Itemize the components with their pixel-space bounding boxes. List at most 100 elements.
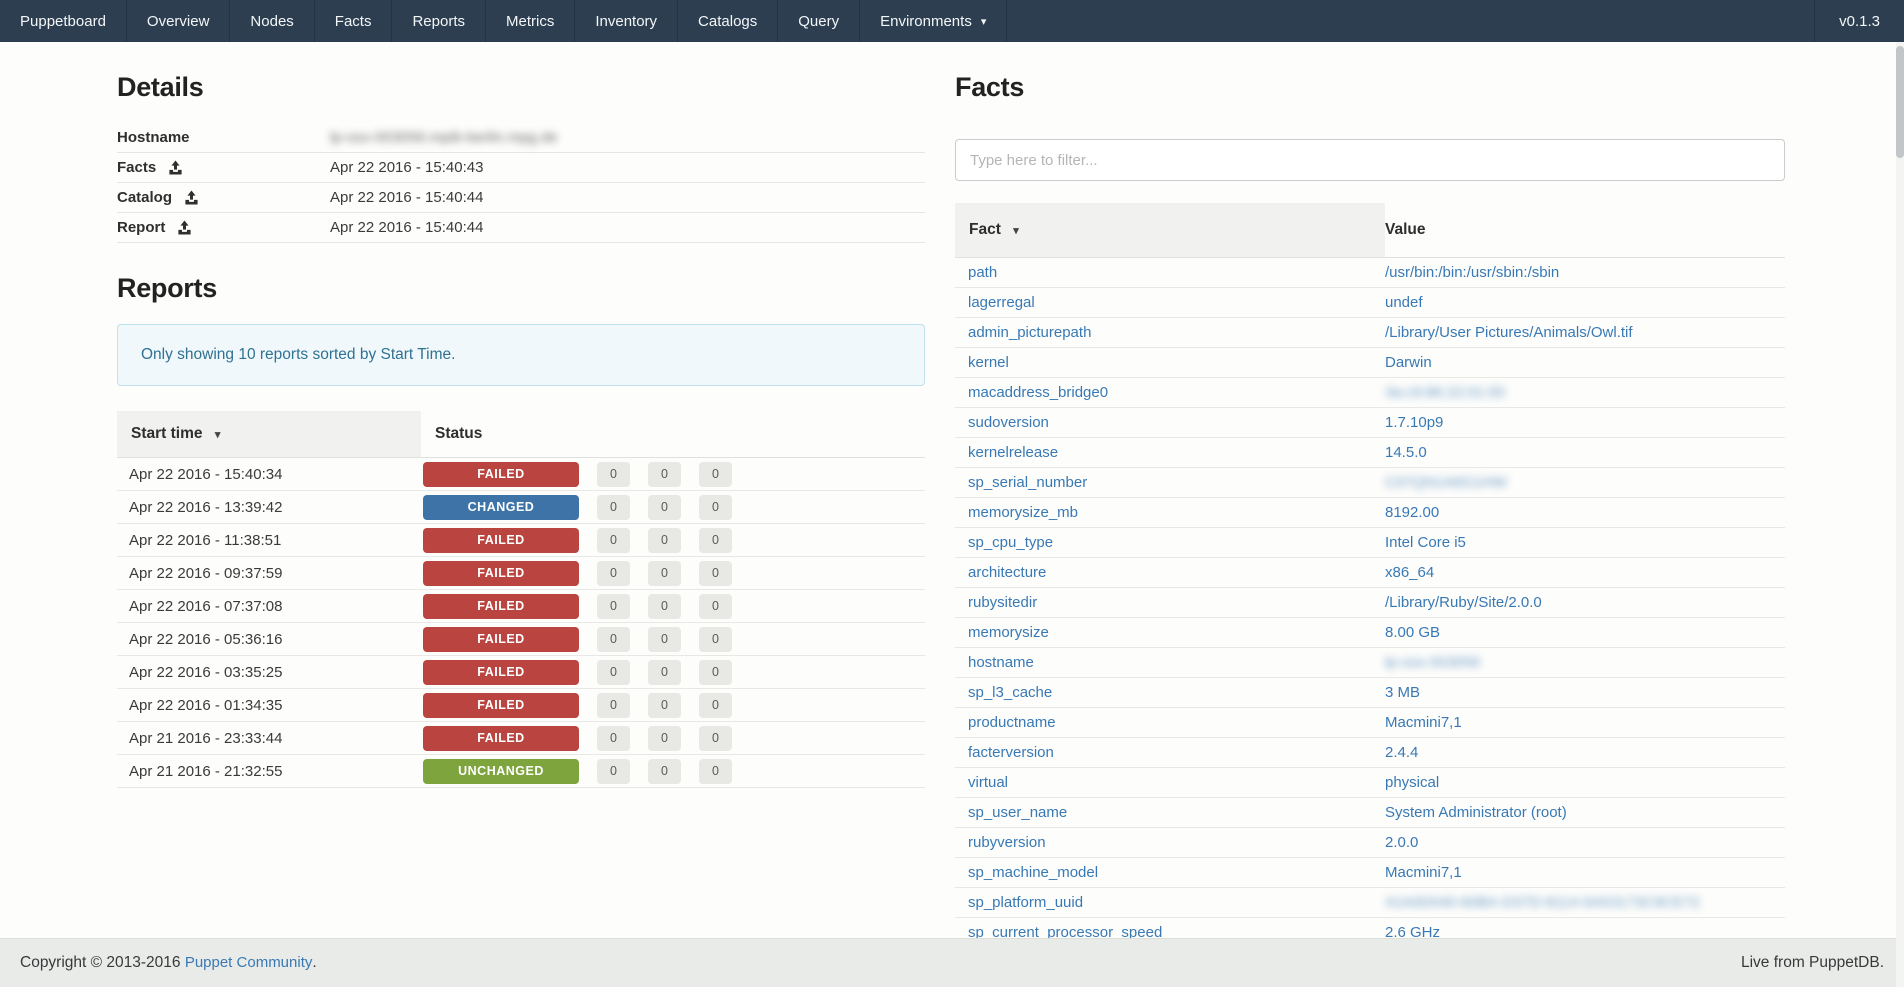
reports-title: Reports <box>117 273 925 304</box>
fact-value-link[interactable]: C07QN1A6G1HW <box>1385 474 1507 491</box>
fact-name-link[interactable]: admin_picturepath <box>968 324 1091 341</box>
upload-icon[interactable] <box>184 190 199 205</box>
report-table-row: Apr 21 2016 - 21:32:55 UNCHANGED 0 0 0 <box>117 755 925 788</box>
fact-name-link[interactable]: kernelrelease <box>968 444 1058 461</box>
fact-name-link[interactable]: facterversion <box>968 744 1054 761</box>
nav-item-nodes[interactable]: Nodes <box>230 0 314 42</box>
fact-name-link[interactable]: path <box>968 264 997 281</box>
report-count: 0 <box>597 528 630 553</box>
report-table-row: Apr 22 2016 - 05:36:16 FAILED 0 0 0 <box>117 623 925 656</box>
details-row-hostname: Hostname lp-osx-003056.mpib-berlin.mpg.d… <box>117 123 925 153</box>
fact-table-row: sp_platform_uuid 41A0D040-60BA-D37D-8114… <box>955 888 1785 918</box>
column-header-start-time[interactable]: Start time ▾ <box>117 411 421 457</box>
fact-value-link[interactable]: 2.0.0 <box>1385 834 1418 851</box>
sort-desc-icon: ▾ <box>1013 225 1019 237</box>
upload-icon[interactable] <box>168 160 183 175</box>
fact-value-link[interactable]: 1.7.10p9 <box>1385 414 1443 431</box>
chevron-down-icon: ▾ <box>981 15 987 28</box>
nav-item-reports[interactable]: Reports <box>392 0 486 42</box>
report-status-badge[interactable]: FAILED <box>423 726 579 751</box>
fact-name-link[interactable]: sp_machine_model <box>968 864 1098 881</box>
fact-value-link[interactable]: physical <box>1385 774 1439 791</box>
nav-brand[interactable]: Puppetboard <box>0 0 127 42</box>
fact-value-link[interactable]: 41A0D040-60BA-D37D-8114-0A53173C9CE72 <box>1385 894 1700 911</box>
details-row-facts: Facts Apr 22 2016 - 15:40:43 <box>117 153 925 183</box>
report-count: 0 <box>648 495 681 520</box>
live-from-puppetdb-text: Live from PuppetDB. <box>1741 954 1884 972</box>
fact-value-link[interactable]: /Library/Ruby/Site/2.0.0 <box>1385 594 1542 611</box>
fact-value-link[interactable]: 14.5.0 <box>1385 444 1427 461</box>
puppet-community-link[interactable]: Puppet Community <box>185 954 313 971</box>
fact-name-link[interactable]: sp_user_name <box>968 804 1067 821</box>
fact-table-row: macaddress_bridge0 3a:c9:86:22:01:00 <box>955 378 1785 408</box>
reports-table: Start time ▾ Status Apr 22 2016 - 15:40:… <box>117 411 925 788</box>
fact-name-link[interactable]: sp_cpu_type <box>968 534 1053 551</box>
fact-value-link[interactable]: undef <box>1385 294 1423 311</box>
nav-item-query[interactable]: Query <box>778 0 860 42</box>
report-status-badge[interactable]: UNCHANGED <box>423 759 579 784</box>
nav-item-metrics[interactable]: Metrics <box>486 0 575 42</box>
scrollbar-thumb[interactable] <box>1896 46 1904 158</box>
fact-name-link[interactable]: sp_l3_cache <box>968 684 1052 701</box>
nav-item-catalogs[interactable]: Catalogs <box>678 0 778 42</box>
fact-name-link[interactable]: productname <box>968 714 1056 731</box>
fact-value-link[interactable]: 3a:c9:86:22:01:00 <box>1385 384 1505 401</box>
report-status-badge[interactable]: FAILED <box>423 594 579 619</box>
fact-name-link[interactable]: macaddress_bridge0 <box>968 384 1108 401</box>
fact-table-row: virtual physical <box>955 768 1785 798</box>
report-status-badge[interactable]: FAILED <box>423 561 579 586</box>
report-status-badge[interactable]: FAILED <box>423 660 579 685</box>
facts-filter-input[interactable] <box>955 139 1785 181</box>
report-label: Report <box>117 219 165 236</box>
fact-name-link[interactable]: sudoversion <box>968 414 1049 431</box>
report-status-badge[interactable]: FAILED <box>423 693 579 718</box>
fact-value-link[interactable]: Darwin <box>1385 354 1432 371</box>
facts-table-header: Fact ▾ Value <box>955 203 1785 258</box>
nav-item-inventory[interactable]: Inventory <box>575 0 678 42</box>
nav-dropdown-environments[interactable]: Environments ▾ <box>860 0 1007 42</box>
fact-table-row: sudoversion 1.7.10p9 <box>955 408 1785 438</box>
fact-value-link[interactable]: x86_64 <box>1385 564 1434 581</box>
fact-value-link[interactable]: /Library/User Pictures/Animals/Owl.tif <box>1385 324 1633 341</box>
fact-name-link[interactable]: sp_serial_number <box>968 474 1087 491</box>
fact-value-link[interactable]: 2.4.4 <box>1385 744 1418 761</box>
report-count: 0 <box>699 693 732 718</box>
fact-name-link[interactable]: hostname <box>968 654 1034 671</box>
nav-item-facts[interactable]: Facts <box>315 0 393 42</box>
fact-value-link[interactable]: Macmini7,1 <box>1385 714 1462 731</box>
fact-name-link[interactable]: sp_platform_uuid <box>968 894 1083 911</box>
fact-value-link[interactable]: /usr/bin:/bin:/usr/sbin:/sbin <box>1385 264 1559 281</box>
report-status-badge[interactable]: FAILED <box>423 528 579 553</box>
report-count: 0 <box>597 693 630 718</box>
report-timestamp: Apr 22 2016 - 15:40:44 <box>330 219 483 236</box>
fact-name-link[interactable]: memorysize <box>968 624 1049 641</box>
fact-value-link[interactable]: 8192.00 <box>1385 504 1439 521</box>
fact-name-link[interactable]: memorysize_mb <box>968 504 1078 521</box>
nav-item-overview[interactable]: Overview <box>127 0 231 42</box>
fact-name-link[interactable]: lagerregal <box>968 294 1035 311</box>
fact-value-link[interactable]: System Administrator (root) <box>1385 804 1567 821</box>
fact-value-link[interactable]: 8.00 GB <box>1385 624 1440 641</box>
report-status-badge[interactable]: CHANGED <box>423 495 579 520</box>
footer: Copyright © 2013-2016 Puppet Community. … <box>0 938 1904 987</box>
fact-name-link[interactable]: virtual <box>968 774 1008 791</box>
report-status-badge[interactable]: FAILED <box>423 627 579 652</box>
fact-value-link[interactable]: Intel Core i5 <box>1385 534 1466 551</box>
fact-name-link[interactable]: architecture <box>968 564 1046 581</box>
report-start-time: Apr 22 2016 - 09:37:59 <box>117 565 421 582</box>
report-count: 0 <box>648 561 681 586</box>
report-status-badge[interactable]: FAILED <box>423 462 579 487</box>
facts-table: Fact ▾ Value path /usr/bin:/bin:/usr/sbi… <box>955 203 1785 948</box>
fact-value-link[interactable]: lp-osx-003056 <box>1385 654 1480 671</box>
fact-name-link[interactable]: kernel <box>968 354 1009 371</box>
reports-table-body: Apr 22 2016 - 15:40:34 FAILED 0 0 0 Apr … <box>117 458 925 788</box>
fact-value-link[interactable]: Macmini7,1 <box>1385 864 1462 881</box>
facts-table-body: path /usr/bin:/bin:/usr/sbin:/sbin lager… <box>955 258 1785 948</box>
fact-name-link[interactable]: rubysitedir <box>968 594 1037 611</box>
upload-icon[interactable] <box>177 220 192 235</box>
fact-table-row: memorysize_mb 8192.00 <box>955 498 1785 528</box>
column-header-fact[interactable]: Fact ▾ <box>955 203 1385 257</box>
node-detail-column: Details Hostname lp-osx-003056.mpib-berl… <box>117 58 925 948</box>
fact-value-link[interactable]: 3 MB <box>1385 684 1420 701</box>
fact-name-link[interactable]: rubyversion <box>968 834 1046 851</box>
